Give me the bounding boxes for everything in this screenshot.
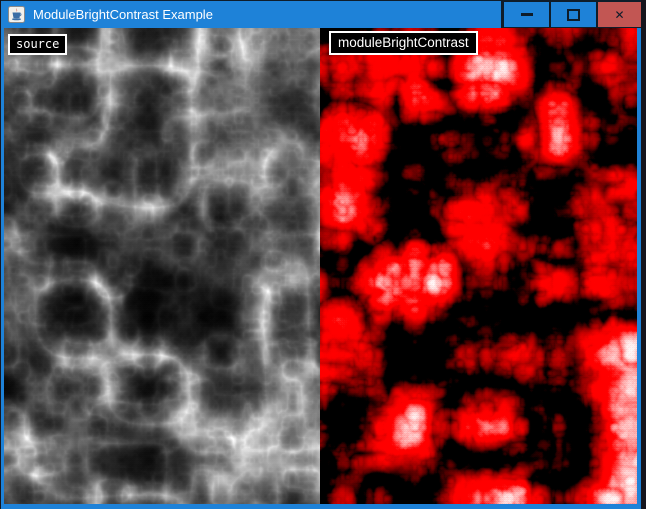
close-button[interactable]: ✕ — [598, 2, 641, 27]
minimize-dash-icon — [521, 13, 533, 16]
minimize-button[interactable] — [504, 2, 549, 27]
maximize-square-icon — [567, 9, 580, 21]
module-panel-label: moduleBrightContrast — [329, 31, 478, 55]
window-border-left — [1, 28, 4, 509]
source-panel-label: source — [8, 34, 67, 55]
source-image-canvas — [4, 28, 320, 504]
app-window: ModuleBrightContrast Example ✕ source mo… — [0, 0, 646, 509]
close-x-icon: ✕ — [614, 9, 624, 21]
window-edge-right — [641, 0, 646, 509]
maximize-button[interactable] — [551, 2, 596, 27]
titlebar-controls: ✕ — [501, 1, 646, 29]
window-edge-left — [0, 0, 1, 509]
titlebar[interactable]: ModuleBrightContrast Example ✕ — [0, 0, 646, 28]
window-border-bottom — [1, 504, 641, 509]
window-title: ModuleBrightContrast Example — [33, 1, 213, 28]
module-brightcontrast-image-canvas — [320, 28, 637, 504]
java-coffee-cup-icon[interactable] — [8, 6, 25, 23]
